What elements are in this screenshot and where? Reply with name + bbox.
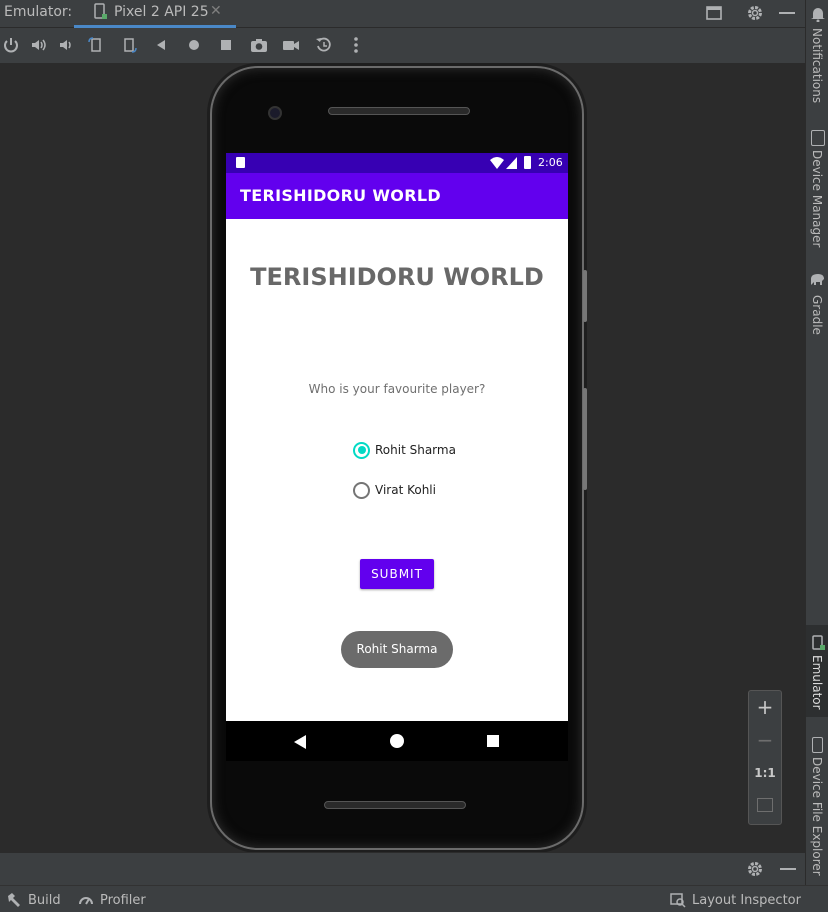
power-icon[interactable]: [0, 34, 22, 56]
status-time: 2:06: [538, 156, 563, 169]
emulator-tab[interactable]: Emulator: [806, 625, 828, 717]
device-tab-label: Pixel 2 API 25: [114, 4, 209, 20]
device-manager-tab[interactable]: Device Manager: [806, 130, 828, 250]
earpiece-speaker: [328, 107, 470, 115]
snapshot-icon[interactable]: [313, 34, 335, 56]
gauge-icon: [78, 892, 94, 908]
radio-unchecked-icon[interactable]: [353, 481, 370, 499]
nav-back-icon[interactable]: [294, 734, 306, 749]
layout-inspector-tab[interactable]: Layout Inspector: [670, 891, 801, 909]
power-side-button[interactable]: [583, 270, 587, 322]
window-icon[interactable]: [705, 4, 723, 22]
page-headline: TERISHIDORU WORLD: [250, 263, 544, 291]
gradle-elephant-icon: [810, 273, 825, 287]
notifications-tab[interactable]: Notifications: [806, 6, 828, 106]
ide-status-bar: Build Profiler Layout Inspector: [0, 885, 828, 912]
volume-up-icon[interactable]: [28, 34, 50, 56]
profiler-tab[interactable]: Profiler: [78, 891, 146, 909]
home-icon[interactable]: [183, 34, 205, 56]
emulator-label: Emulator:: [4, 4, 73, 20]
device-tab[interactable]: Pixel 2 API 25 ✕: [74, 0, 236, 28]
build-label: Build: [28, 892, 61, 908]
radio-checked-icon[interactable]: [353, 441, 370, 459]
tab-label: Gradle: [810, 295, 824, 335]
zoom-actual-button[interactable]: 1:1: [749, 766, 781, 780]
app-bar-title: TERISHIDORU WORLD: [226, 173, 568, 219]
tab-label: Emulator: [810, 655, 824, 710]
fit-screen-icon[interactable]: [757, 798, 773, 812]
layout-inspector-icon: [670, 892, 686, 908]
zoom-out-button[interactable]: −: [749, 728, 781, 752]
bottom-speaker: [324, 801, 466, 809]
volume-down-icon[interactable]: [55, 34, 77, 56]
toast-message: Rohit Sharma: [341, 631, 453, 668]
submit-button[interactable]: SUBMIT: [360, 559, 434, 589]
front-camera-icon: [268, 106, 282, 120]
android-status-bar: 2:06: [226, 153, 568, 173]
close-tab-icon[interactable]: ✕: [210, 3, 222, 19]
tab-label: Notifications: [810, 28, 824, 104]
radio-option-virat[interactable]: Virat Kohli: [353, 479, 436, 501]
nav-recents-icon[interactable]: [487, 735, 499, 747]
wifi-icon: [490, 157, 504, 169]
device-file-explorer-tab[interactable]: Device File Explorer: [806, 737, 828, 877]
emulator-title-bar: Emulator: Pixel 2 API 25 ✕: [0, 0, 805, 28]
phone-tab-icon: [93, 3, 107, 21]
emulator-toolbar: [0, 28, 805, 64]
radio-label: Virat Kohli: [375, 483, 436, 497]
sd-card-icon: [236, 157, 245, 168]
tab-label: Device File Explorer: [810, 757, 824, 876]
minimize-icon[interactable]: [779, 12, 795, 14]
profiler-label: Profiler: [100, 892, 146, 908]
video-icon[interactable]: [280, 34, 302, 56]
gradle-tab[interactable]: Gradle: [806, 273, 828, 339]
radio-option-rohit[interactable]: Rohit Sharma: [353, 439, 456, 461]
minimize-icon[interactable]: [780, 868, 796, 870]
layout-inspector-label: Layout Inspector: [692, 892, 801, 908]
camera-icon[interactable]: [248, 34, 270, 56]
rotate-left-icon[interactable]: [85, 34, 107, 56]
emulator-tab-icon: [811, 635, 825, 651]
gear-icon[interactable]: [745, 859, 765, 879]
bottom-tool-bar: [0, 852, 805, 885]
gear-icon[interactable]: [745, 3, 765, 23]
hammer-icon: [6, 892, 22, 908]
signal-icon: [506, 157, 517, 169]
tab-label: Device Manager: [810, 150, 824, 248]
zoom-in-button[interactable]: +: [749, 695, 781, 719]
android-nav-bar: [226, 721, 568, 761]
volume-side-button[interactable]: [583, 388, 587, 490]
rotate-right-icon[interactable]: [118, 34, 140, 56]
device-screen: 2:06 TERISHIDORU WORLD TERISHIDORU WORLD…: [226, 153, 568, 721]
zoom-controls: + − 1:1: [748, 690, 782, 825]
build-tab[interactable]: Build: [6, 891, 61, 909]
right-tool-strip: Notifications Device Manager Gradle Emul…: [805, 0, 828, 885]
nav-home-icon[interactable]: [390, 734, 404, 748]
device-manager-icon: [811, 130, 825, 146]
back-icon[interactable]: [150, 34, 172, 56]
radio-label: Rohit Sharma: [375, 443, 456, 457]
more-options-icon[interactable]: [345, 34, 367, 56]
battery-icon: [524, 156, 531, 169]
device-explorer-icon: [812, 737, 823, 753]
bell-icon: [811, 6, 825, 23]
question-text: Who is your favourite player?: [308, 382, 486, 396]
overview-icon[interactable]: [215, 34, 237, 56]
